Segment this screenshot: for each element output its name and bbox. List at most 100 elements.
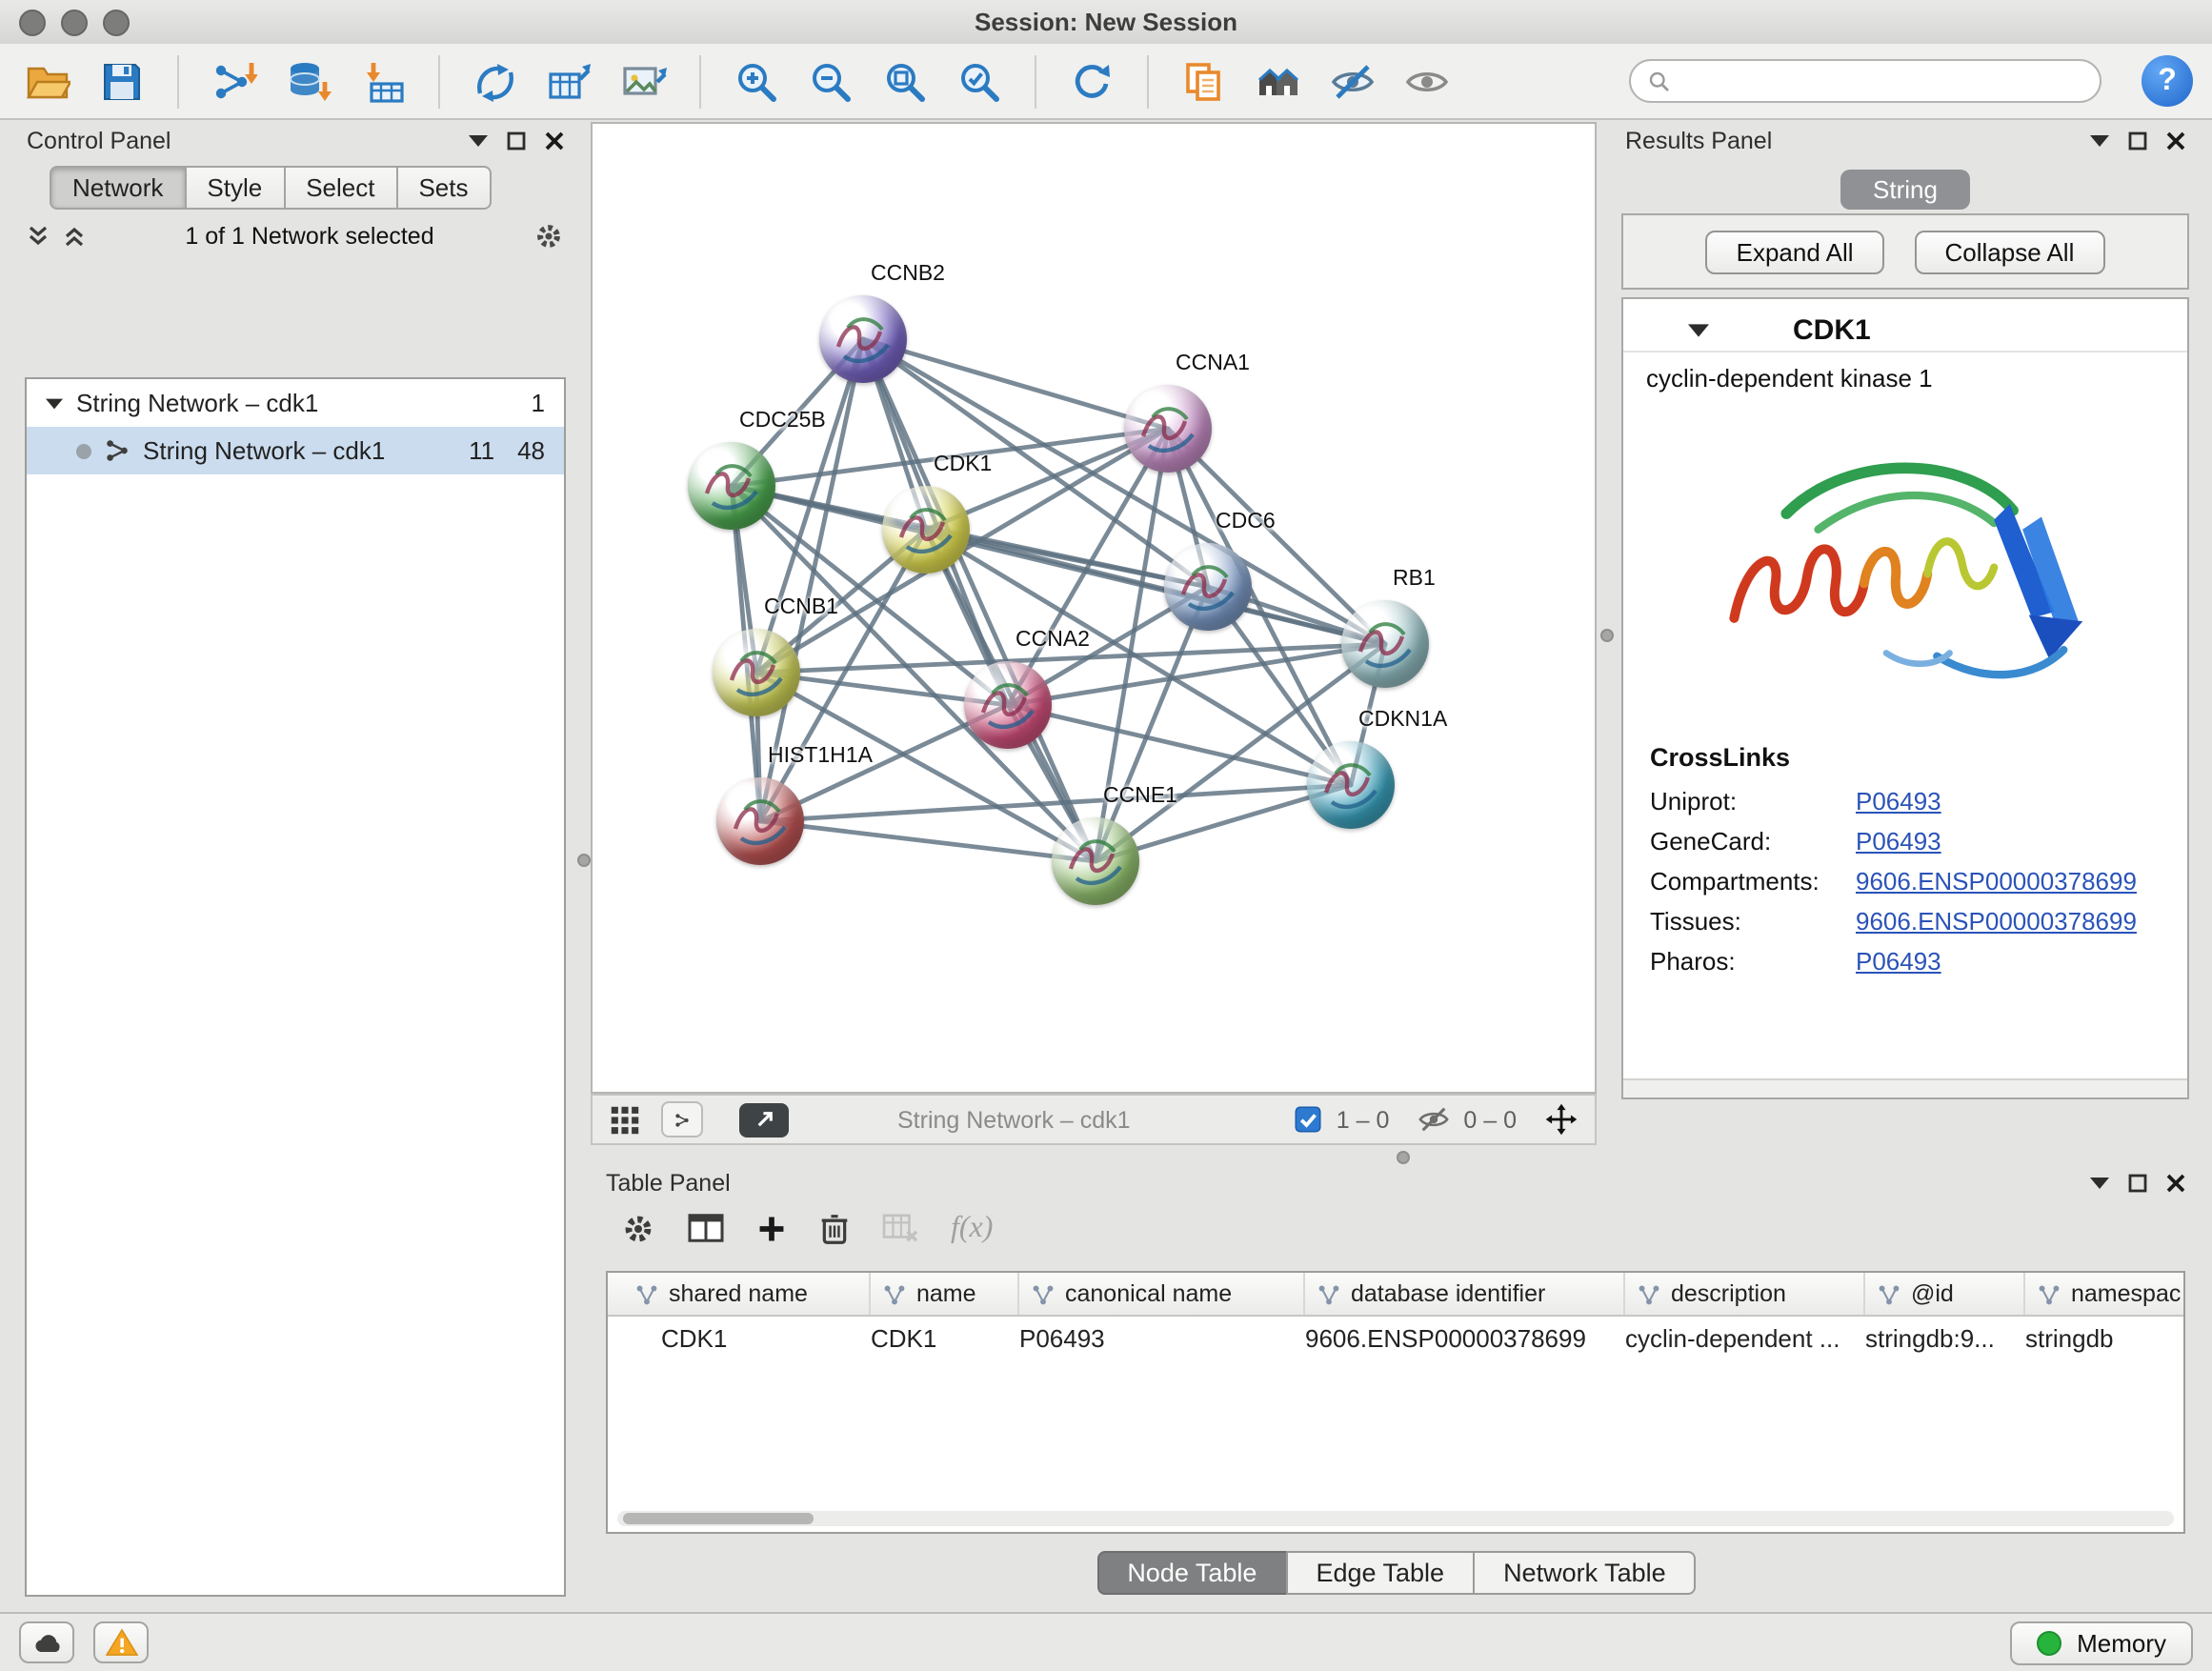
detach-view-button[interactable]	[739, 1102, 789, 1137]
network-options-button[interactable]	[533, 221, 564, 252]
column-header-description[interactable]: description	[1625, 1273, 1865, 1315]
node-label-ccna1: CCNA1	[1176, 352, 1250, 375]
protein-card-header[interactable]: CDK1	[1623, 299, 2187, 352]
refresh-view-button[interactable]	[1063, 50, 1120, 111]
tab-node-table[interactable]: Node Table	[1096, 1551, 1287, 1595]
column-header-name[interactable]: name	[871, 1273, 1019, 1315]
node-ccna2[interactable]	[964, 661, 1052, 749]
float-panel-button[interactable]	[2128, 1174, 2147, 1193]
table-horizontal-scrollbar[interactable]	[617, 1511, 2174, 1526]
node-cdkn1a[interactable]	[1307, 741, 1395, 829]
panel-menu-button[interactable]	[469, 135, 488, 147]
column-header-canonical-name[interactable]: canonical name	[1019, 1273, 1305, 1315]
float-panel-button[interactable]	[2128, 131, 2147, 151]
node-cdk1[interactable]	[882, 486, 970, 574]
node-rb1[interactable]	[1341, 600, 1429, 688]
network-row-selected[interactable]: String Network – cdk1 11 48	[27, 427, 564, 474]
column-type-icon	[1317, 1281, 1341, 1306]
node-ccnb1[interactable]	[713, 629, 800, 716]
birdseye-view-button[interactable]	[610, 1104, 640, 1135]
expand-all-button[interactable]	[63, 225, 86, 248]
open-session-button[interactable]	[19, 50, 76, 111]
cloud-status-button[interactable]	[19, 1621, 74, 1663]
horizontal-splitter-handle[interactable]	[1397, 1151, 1410, 1164]
import-network-file-button[interactable]	[206, 50, 263, 111]
warnings-button[interactable]	[93, 1621, 149, 1663]
clone-network-button[interactable]	[467, 50, 524, 111]
protein-card-scrollbar[interactable]	[1623, 1078, 2187, 1097]
export-table-button[interactable]	[541, 50, 598, 111]
show-columns-button[interactable]	[688, 1212, 724, 1244]
panel-menu-button[interactable]	[2090, 1178, 2109, 1189]
tab-select[interactable]: Select	[283, 166, 397, 210]
pan-crosshair-icon[interactable]	[1545, 1103, 1578, 1136]
zoom-selected-button[interactable]	[951, 50, 1008, 111]
zoom-in-button[interactable]	[728, 50, 785, 111]
network-canvas[interactable]: CCNB2CCNA1CDC25BCDK1CDC6RB1CCNB1CCNA2CDK…	[591, 122, 1597, 1094]
create-column-button[interactable]	[756, 1213, 787, 1243]
crosslink-link-tissues[interactable]: 9606.ENSP00000378699	[1856, 907, 2137, 936]
crosslink-link-genecard[interactable]: P06493	[1856, 827, 1941, 856]
tab-network-table[interactable]: Network Table	[1473, 1551, 1697, 1595]
column-type-icon	[1031, 1281, 1056, 1306]
column-header-shared-name[interactable]: shared name	[623, 1273, 871, 1315]
function-builder-button[interactable]: f(x)	[951, 1211, 993, 1245]
hide-selected-button[interactable]	[1324, 50, 1381, 111]
close-panel-button[interactable]	[545, 131, 564, 151]
float-panel-button[interactable]	[507, 131, 526, 151]
expand-all-button[interactable]: Expand All	[1706, 230, 1884, 273]
collapse-all-button[interactable]: Collapse All	[1915, 230, 2105, 273]
tab-edge-table[interactable]: Edge Table	[1285, 1551, 1475, 1595]
tab-sets[interactable]: Sets	[395, 166, 491, 210]
collapse-all-button[interactable]	[27, 225, 50, 248]
edge-ccnb2-ccne1[interactable]	[863, 339, 1096, 861]
network-collection-row[interactable]: String Network – cdk1 1	[27, 379, 564, 427]
vertical-splitter-handle[interactable]	[577, 854, 591, 867]
table-body: CDK1CDK1P064939606.ENSP00000378699cyclin…	[608, 1317, 2183, 1359]
edge-hist1h1a-ccne1[interactable]	[760, 821, 1096, 861]
first-neighbors-button[interactable]	[1250, 50, 1307, 111]
table-options-button[interactable]	[621, 1211, 655, 1245]
panel-menu-button[interactable]	[2090, 135, 2109, 147]
crosslink-link-compartments[interactable]: 9606.ENSP00000378699	[1856, 867, 2137, 896]
import-table-button[interactable]	[354, 50, 412, 111]
close-panel-button[interactable]	[2166, 1174, 2185, 1193]
column-header-id[interactable]: @id	[1865, 1273, 2025, 1315]
crosslink-link-uniprot[interactable]: P06493	[1856, 787, 1941, 815]
close-icon	[545, 131, 564, 151]
hidden-eye-slash-icon[interactable]	[1418, 1103, 1450, 1136]
memory-button[interactable]: Memory	[2010, 1621, 2193, 1664]
node-ccne1[interactable]	[1052, 817, 1139, 905]
delete-column-button[interactable]	[819, 1211, 850, 1245]
export-image-button[interactable]	[615, 50, 673, 111]
close-panel-button[interactable]	[2166, 131, 2185, 151]
node-cdc6[interactable]	[1164, 543, 1252, 631]
node-ccnb2[interactable]	[819, 295, 907, 383]
zoom-fit-icon	[882, 58, 928, 104]
table-row[interactable]: CDK1CDK1P064939606.ENSP00000378699cyclin…	[608, 1317, 2183, 1359]
column-label: name	[916, 1280, 976, 1307]
node-hist1h1a[interactable]	[716, 777, 804, 865]
node-cdc25b[interactable]	[688, 442, 775, 530]
zoom-out-button[interactable]	[802, 50, 859, 111]
edge-ccnb2-ccna1[interactable]	[863, 339, 1168, 429]
help-button[interactable]: ?	[2142, 55, 2193, 107]
node-ccna1[interactable]	[1124, 385, 1212, 473]
column-header-namespac[interactable]: namespac	[2025, 1273, 2185, 1315]
tab-style[interactable]: Style	[184, 166, 285, 210]
tab-network[interactable]: Network	[50, 166, 186, 210]
new-network-from-selection-button[interactable]	[1176, 50, 1233, 111]
show-all-button[interactable]	[1398, 50, 1456, 111]
zoom-selected-icon	[956, 58, 1002, 104]
tab-string[interactable]: String	[1840, 170, 1970, 210]
column-header-database-identifier[interactable]: database identifier	[1305, 1273, 1625, 1315]
vertical-splitter-handle[interactable]	[1600, 629, 1614, 642]
scrollbar-thumb[interactable]	[623, 1513, 814, 1524]
search-input[interactable]	[1682, 66, 2082, 96]
zoom-fit-button[interactable]	[876, 50, 934, 111]
crosslink-link-pharos[interactable]: P06493	[1856, 947, 1941, 976]
selected-checkbox-icon[interactable]	[1295, 1105, 1323, 1134]
save-session-button[interactable]	[93, 50, 151, 111]
network-type-button[interactable]	[661, 1101, 703, 1137]
import-network-database-button[interactable]	[280, 50, 337, 111]
